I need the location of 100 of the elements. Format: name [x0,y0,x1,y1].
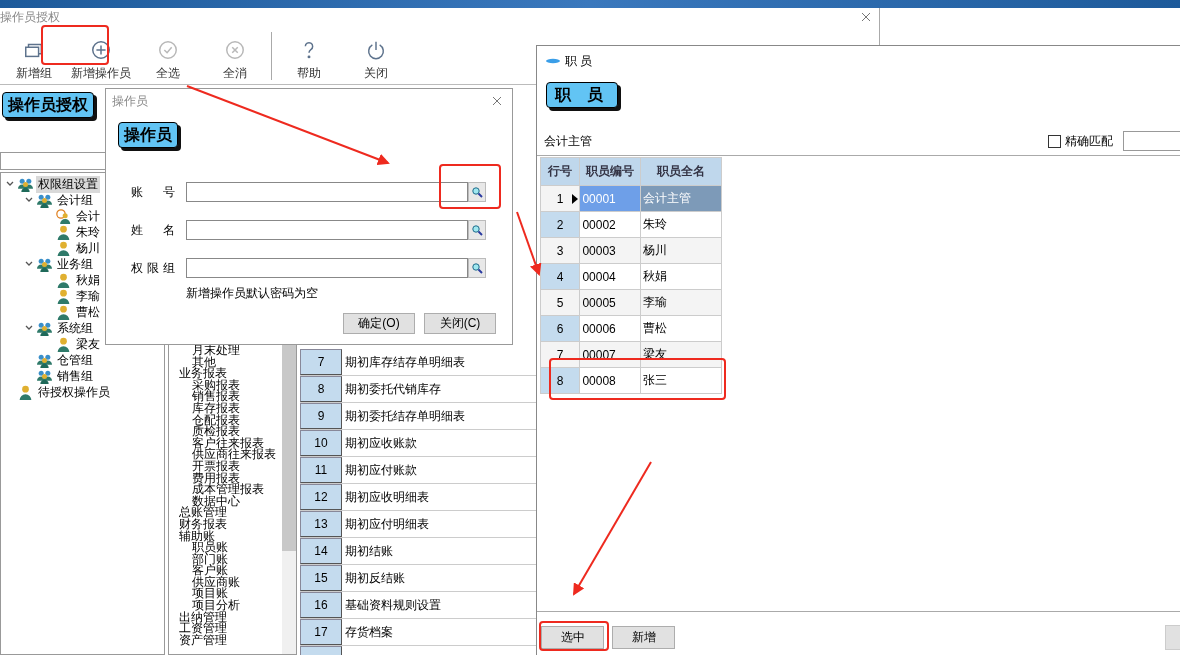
search-icon [471,262,483,274]
user-icon [55,304,72,320]
tree-item[interactable]: 销售组 [55,367,95,385]
section-banner: 职 员 [546,82,618,108]
check-icon [156,39,179,61]
table-cell-text: 期初应收账款 [344,434,418,452]
user-group-icon [36,368,53,384]
table-cell-text: 期初结账 [344,542,394,560]
lookup-button[interactable] [468,182,486,202]
checkbox-label[interactable]: 精确匹配 [1065,132,1113,150]
user-icon [55,288,72,304]
field-label: 权 限 组 [131,259,175,277]
row-header[interactable]: 1 [540,185,580,212]
table-cell-text: 期初库存结存单明细表 [344,353,466,371]
tree-item[interactable]: 会计组 [55,191,95,209]
table-cell: 张三 [640,367,722,394]
user-icon [55,240,72,256]
window-title: 职 员 [565,52,593,70]
row-number: 13 [300,511,342,537]
tree-item[interactable]: 梁友 [74,335,102,353]
toolbar-button[interactable]: 帮助 [275,39,342,82]
plus-icon [89,39,112,61]
table-cell-text: 期初委托代销库存 [344,380,442,398]
field-label: 姓 名 [131,221,175,239]
tree-item[interactable]: 待授权操作员 [36,383,112,401]
tree-item[interactable]: 李瑜 [74,287,102,305]
search-field[interactable] [1123,131,1180,151]
dialog-button[interactable]: 确定(O) [343,313,415,334]
close-icon[interactable] [861,12,871,22]
menu-item[interactable]: 月末处理 [192,343,240,357]
row-number: 14 [300,538,342,564]
window-title: 操作员授权 [0,8,60,26]
table-cell-text: 存货档案 [344,623,394,641]
filter-label: 会计主管 [544,132,592,150]
row-number: 12 [300,484,342,510]
row-header[interactable]: 6 [540,315,580,342]
user-group-icon [36,192,53,208]
highlight-box [439,164,501,209]
column-header[interactable]: 职员全名 [640,157,722,186]
tree-item[interactable]: 朱玲 [74,223,102,241]
user-icon [17,384,34,400]
column-header[interactable]: 职员编号 [579,157,641,186]
row-number: 15 [300,565,342,591]
close-icon[interactable] [492,96,502,106]
row-number: 16 [300,592,342,618]
tree-item[interactable]: 系统组 [55,319,95,337]
dialog-title: 操作员 [112,92,148,110]
toolbar-button[interactable]: 新增操作员 [67,39,134,82]
user-icon [55,272,72,288]
tree-item[interactable]: 杨川 [74,239,102,257]
user-key-icon [55,208,72,224]
tree-item[interactable]: 秋娟 [74,271,102,289]
dialog-button[interactable]: 新增 [612,625,675,649]
section-banner: 操作员授权 [2,92,94,118]
row-number: 17 [300,619,342,645]
table-cell-text: 期初反结账 [344,569,406,587]
row-header[interactable]: 5 [540,289,580,316]
highlight-box [539,621,609,651]
checkbox[interactable] [1048,134,1061,148]
input-field[interactable] [186,220,468,240]
lookup-button[interactable] [468,220,486,240]
row-header[interactable]: 3 [540,237,580,264]
user-group-icon [36,352,53,368]
toolbar-button[interactable]: 新增组 [0,39,67,82]
user-icon [55,224,72,240]
tree-item[interactable]: 仓管组 [55,351,95,369]
table-cell: 杨川 [640,237,722,264]
table-cell: 曹松 [640,315,722,342]
section-banner: 操作员 [118,122,178,148]
row-header[interactable]: 4 [540,263,580,290]
dialog-button[interactable]: 选中 [541,625,604,649]
dialog-button[interactable]: 关闭(C) [424,313,496,334]
highlight-box [41,25,109,65]
table-cell: 李瑜 [640,289,722,316]
input-field[interactable] [186,258,468,278]
input-field[interactable] [186,182,468,202]
arrow [516,211,542,276]
row-header[interactable]: 2 [540,211,580,238]
table-cell-text: 期初应付明细表 [344,515,430,533]
row-number: 9 [300,403,342,429]
lookup-button[interactable] [468,258,486,278]
table-cell: 秋娟 [640,263,722,290]
tree-item[interactable]: 曹松 [74,303,102,321]
row-pointer-icon [572,194,579,204]
table-cell: 朱玲 [640,211,722,238]
tree-item[interactable]: 业务组 [55,255,95,273]
user-group-icon [36,256,53,272]
toolbar-button[interactable]: 关闭 [342,39,409,82]
row-number: 8 [300,376,342,402]
tree-item[interactable]: 会计 [74,207,102,225]
tree-item[interactable]: 权限组设置 [36,175,100,193]
row-number: 7 [300,349,342,375]
table-cell: 会计主管 [640,185,722,212]
search-icon [471,224,483,236]
field-label: 账 号 [131,183,175,201]
column-header[interactable]: 行号 [540,157,580,186]
search-icon [471,186,483,198]
user-icon [55,336,72,352]
window-icon [546,58,560,64]
table-cell-text: 期初应收明细表 [344,488,430,506]
